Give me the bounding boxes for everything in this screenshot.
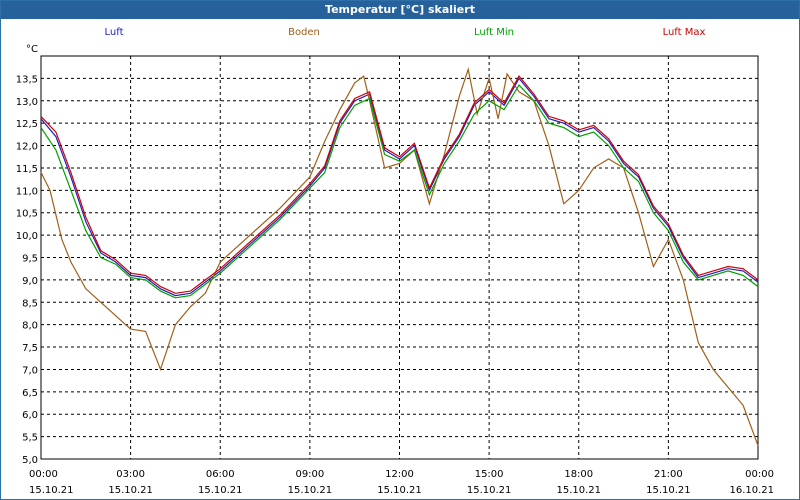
y-tick-label: 11,5 (16, 164, 38, 175)
y-tick-label: 11,0 (16, 186, 38, 197)
x-tick-date: 15.10.21 (108, 485, 153, 496)
x-tick-date: 15.10.21 (377, 485, 422, 496)
x-tick-time: 00:00 (745, 469, 774, 480)
x-tick-time: 09:00 (295, 469, 324, 480)
y-tick-label: 8,0 (22, 321, 38, 332)
x-tick-date: 15.10.21 (29, 485, 74, 496)
x-tick-time: 18:00 (564, 469, 593, 480)
y-tick-label: 13,0 (16, 97, 38, 108)
x-tick-time: 03:00 (116, 469, 145, 480)
series-line-boden (40, 67, 759, 446)
x-tick-time: 15:00 (475, 469, 504, 480)
x-tick-date: 15.10.21 (198, 485, 243, 496)
x-tick-date: 16.10.21 (729, 485, 774, 496)
legend-entry: Luft (105, 27, 124, 38)
legend-entry: Luft Max (663, 27, 706, 38)
y-tick-label: 6,0 (22, 410, 38, 421)
x-axis: 00:00 15.10.21 03:00 15.10.21 06:00 15.10.21 0… (29, 469, 774, 496)
series-layer (40, 67, 759, 446)
y-tick-label: 5,0 (22, 455, 38, 466)
legend-entry: Boden (288, 27, 320, 38)
y-tick-label: 7,5 (22, 343, 38, 354)
x-tick-date: 15.10.21 (646, 485, 691, 496)
x-tick-date: 15.10.21 (467, 485, 512, 496)
x-tick-date: 15.10.21 (556, 485, 601, 496)
x-tick-time: 21:00 (654, 469, 683, 480)
y-tick-label: 10,5 (16, 209, 38, 220)
y-tick-label: 13,5 (16, 74, 38, 85)
legend-entry: Luft Min (474, 27, 514, 38)
y-tick-label: 12,5 (16, 119, 38, 130)
x-tick-time: 12:00 (385, 469, 414, 480)
y-tick-label: 10,0 (16, 231, 38, 242)
y-tick-label: 5,5 (22, 433, 38, 444)
x-tick-time: 06:00 (206, 469, 235, 480)
y-axis: 5,0 5,5 6,0 6,5 7,0 7,5 8,0 8,5 9,0 9,5 10,0 10,5 11… (16, 44, 38, 466)
y-tick-label: 9,0 (22, 276, 38, 287)
chart-window: Temperatur [°C] skaliert Luft Boden Luft M… (0, 0, 800, 500)
line-chart: Luft Boden Luft Min Luft Max 5,0 5,5 6,0 6,5 7,… (16, 27, 774, 496)
legend: Luft Boden Luft Min Luft Max (105, 27, 706, 38)
y-tick-label: 9,5 (22, 254, 38, 265)
y-tick-label: 8,5 (22, 298, 38, 309)
x-tick-date: 15.10.21 (288, 485, 333, 496)
y-tick-label: 7,0 (22, 365, 38, 376)
chart-title: Temperatur [°C] skaliert (1, 1, 799, 19)
y-tick-label: 12,0 (16, 142, 38, 153)
x-tick-time: 00:00 (29, 469, 58, 480)
y-axis-label: °C (26, 44, 38, 55)
y-tick-label: 6,5 (22, 388, 38, 399)
